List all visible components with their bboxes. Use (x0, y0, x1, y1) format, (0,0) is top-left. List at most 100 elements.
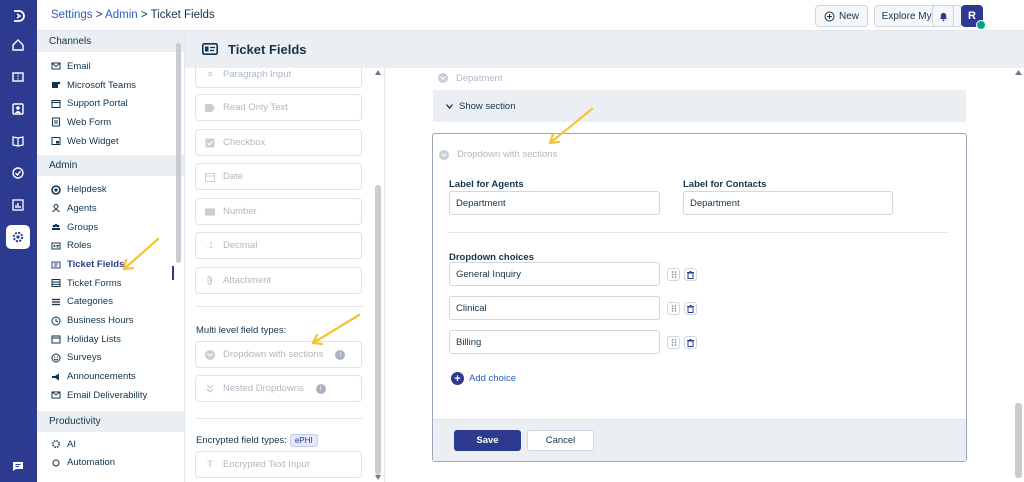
sidebar-item-label: Roles (67, 240, 92, 252)
label-for-contacts-input[interactable]: Department (683, 191, 893, 215)
notifications-bell-icon[interactable] (932, 5, 954, 27)
annotation-arrow-icon (122, 237, 160, 271)
sidebar-item-categories[interactable]: Categories (37, 293, 184, 312)
field-type-attachment[interactable]: Attachment (195, 267, 362, 294)
cancel-button[interactable]: Cancel (527, 430, 594, 451)
show-section-row[interactable]: Show section (433, 90, 966, 122)
scroll-up-icon[interactable] (375, 70, 381, 75)
drag-handle-icon[interactable] (667, 302, 680, 315)
field-type-decimal[interactable]: .1 Decimal (195, 232, 362, 259)
breadcrumb-admin[interactable]: Admin (105, 9, 138, 21)
field-editor-panel: Dropdown with sections Label for Agents … (432, 133, 967, 462)
panel-title-text: Dropdown with sections (457, 149, 558, 160)
agents-icon (51, 203, 61, 213)
field-type-label: Nested Dropdowns (223, 383, 304, 394)
sidebar-item-helpdesk[interactable]: Helpdesk (37, 180, 184, 199)
sidebar-item-support-portal[interactable]: Support Portal (37, 94, 184, 113)
sidebar-item-label: Web Form (67, 116, 112, 128)
sidebar-item-groups[interactable]: Groups (37, 218, 184, 237)
sidebar-item-announcements[interactable]: Announcements (37, 367, 184, 386)
knowledge-base-icon[interactable] (6, 129, 30, 153)
sidebar-item-ticket-forms[interactable]: Ticket Forms (37, 274, 184, 293)
delete-trash-icon[interactable] (684, 268, 697, 281)
sidebar-section-productivity: Productivity (37, 410, 184, 432)
divider (195, 306, 363, 307)
breadcrumb-settings[interactable]: Settings (51, 9, 93, 21)
field-type-checkbox[interactable]: Checkbox (195, 129, 362, 156)
sidebar-item-label: Email Deliverability (67, 389, 148, 401)
sidebar-item-surveys[interactable]: Surveys (37, 349, 184, 368)
sidebar-item-label: Holiday Lists (67, 333, 121, 345)
chat-icon[interactable] (6, 454, 30, 478)
label-for-agents-input[interactable]: Department (449, 191, 660, 215)
field-type-nested-dropdowns[interactable]: Nested Dropdowns i (195, 375, 362, 402)
scroll-thumb[interactable] (375, 185, 381, 475)
field-type-number[interactable]: Number (195, 198, 362, 225)
reports-icon[interactable] (6, 193, 30, 217)
save-button[interactable]: Save (454, 430, 521, 451)
clock-icon (51, 316, 61, 326)
drag-handle-icon[interactable] (667, 268, 680, 281)
sidebar-item-label: Agents (67, 202, 97, 214)
sidebar-scrollbar[interactable] (176, 43, 181, 263)
email-check-icon (51, 390, 61, 400)
settings-gear-icon[interactable] (6, 225, 30, 249)
field-type-encrypted-text-input[interactable]: T Encrypted Text Input (195, 451, 362, 478)
teams-icon (51, 80, 61, 90)
new-button[interactable]: New (815, 5, 868, 27)
chevron-circle-icon (205, 349, 215, 360)
choice-input-3[interactable]: Billing (449, 330, 660, 354)
scroll-thumb[interactable] (1015, 403, 1022, 478)
info-icon[interactable]: i (315, 383, 326, 394)
decimal-icon: .1 (206, 241, 214, 250)
delete-trash-icon[interactable] (684, 336, 697, 349)
sidebar-item-microsoft-teams[interactable]: Microsoft Teams (37, 76, 184, 95)
sidebar-item-ai[interactable]: AI (37, 435, 184, 454)
portal-icon (51, 99, 61, 109)
sidebar-item-web-widget[interactable]: Web Widget (37, 132, 184, 151)
calendar-icon (51, 334, 61, 344)
sidebar-item-agents[interactable]: Agents (37, 199, 184, 218)
contacts-icon[interactable] (6, 97, 30, 121)
surveys-icon (51, 353, 61, 363)
drag-handle-icon[interactable] (667, 336, 680, 349)
web-form-icon (51, 117, 61, 127)
sidebar-item-label: Groups (67, 221, 99, 233)
scroll-up-icon[interactable] (1015, 70, 1022, 75)
scroll-down-icon[interactable] (375, 475, 381, 480)
annotation-arrow-icon (548, 107, 594, 145)
tasks-icon[interactable] (6, 161, 30, 185)
field-type-paragraph-input[interactable]: ≡ Paragraph Input (195, 68, 362, 88)
choice-input-2[interactable]: Clinical (449, 296, 660, 320)
new-button-label: New (838, 10, 859, 22)
number-icon (205, 207, 215, 217)
choice-input-1[interactable]: General Inquiry (449, 262, 660, 286)
sidebar-item-holiday-lists[interactable]: Holiday Lists (37, 330, 184, 349)
tickets-icon[interactable] (6, 65, 30, 89)
user-avatar[interactable]: R (961, 5, 986, 30)
sidebar-item-label: Surveys (67, 352, 102, 364)
field-type-read-only-text[interactable]: Read Only Text (195, 94, 362, 121)
sidebar-section-title: Admin (49, 160, 78, 172)
sidebar-item-email-deliverability[interactable]: Email Deliverability (37, 386, 184, 405)
sidebar-section-admin: Admin (37, 155, 184, 177)
field-type-label: Paragraph Input (223, 69, 292, 80)
main-scrollbar[interactable] (1013, 68, 1024, 482)
field-type-date[interactable]: Date (195, 163, 362, 190)
ephi-badge: ePHI (289, 434, 318, 447)
field-types-scrollbar[interactable] (374, 70, 382, 482)
sidebar-item-email[interactable]: Email (37, 57, 184, 76)
field-type-label: Checkbox (223, 137, 266, 148)
previous-field-row[interactable]: Depatment (433, 68, 966, 88)
home-icon[interactable] (6, 33, 30, 57)
sidebar-item-business-hours[interactable]: Business Hours (37, 311, 184, 330)
sidebar-item-web-form[interactable]: Web Form (37, 113, 184, 132)
delete-trash-icon[interactable] (684, 302, 697, 315)
settings-sidebar: Channels Email Microsoft Teams Support P… (37, 31, 185, 482)
sidebar-item-label: Ticket Fields (67, 259, 125, 271)
top-bar: Settings > Admin > Ticket Fields New Exp… (37, 0, 1024, 31)
info-icon[interactable]: i (335, 349, 346, 360)
sidebar-item-automation[interactable]: Automation (37, 453, 184, 472)
add-choice-button[interactable]: + Add choice (451, 372, 516, 385)
logo-icon[interactable] (6, 4, 30, 28)
